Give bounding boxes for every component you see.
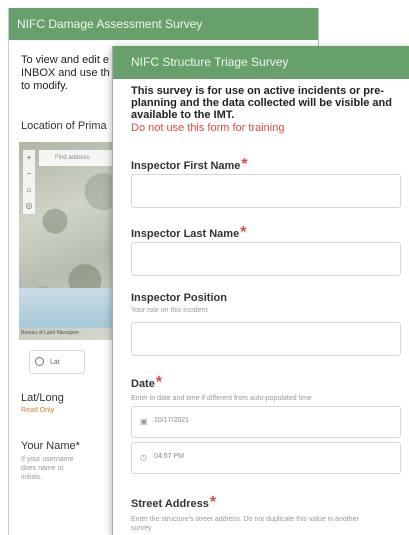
latlong-readonly: Read Only [21, 407, 55, 414]
locate-icon [35, 357, 44, 366]
first-name-field-label: Inspector First Name* [131, 156, 401, 174]
latlong-label: Lat/Long [21, 392, 64, 404]
street-label: Street Address [131, 498, 209, 510]
street-hint: Enter the structure's street address. Do… [131, 516, 359, 532]
date-hint: Enter in date and time if different from… [131, 395, 312, 402]
your-name-required: * [75, 440, 80, 452]
location-label: Location of Prima [21, 120, 107, 132]
first-name-required: * [241, 156, 248, 173]
your-name-label: Your Name* [21, 440, 80, 452]
last-name-label: Inspector Last Name [131, 228, 240, 240]
clock-icon: ◷ [140, 453, 147, 462]
calendar-icon: ▣ [140, 417, 148, 426]
position-input[interactable] [131, 322, 401, 356]
last-name-required: * [240, 224, 247, 241]
time-value: 04:57 PM [154, 453, 184, 460]
position-label: Inspector Position [131, 292, 227, 304]
locate-button[interactable]: Lat [29, 350, 85, 374]
training-warning: Do not use this form for training [131, 122, 285, 134]
date-value: 10/17/2021 [154, 417, 190, 424]
last-name-input[interactable] [131, 242, 401, 276]
date-field-label: Date* Enter in date and time if differen… [131, 374, 401, 402]
date-label: Date [131, 378, 155, 390]
position-field-label: Inspector Position Your role on this inc… [131, 292, 401, 314]
date-input[interactable]: ▣ 10/17/2021 [131, 406, 401, 438]
structure-triage-title: NIFC Structure Triage Survey [113, 46, 409, 79]
last-name-field-label: Inspector Last Name* [131, 224, 401, 242]
locate-button-label: Lat [50, 359, 60, 366]
your-name-text: Your Name [21, 440, 76, 452]
time-input[interactable]: ◷ 04:57 PM [131, 442, 401, 474]
first-name-label: Inspector First Name [131, 160, 241, 172]
position-hint: Your role on this incident [131, 307, 208, 314]
survey-description: This survey is for use on active inciden… [131, 85, 392, 121]
street-field-label: Street Address* Enter the structure's st… [131, 494, 401, 533]
map-zoom-controls[interactable]: + − ⌂ ◎ [23, 150, 35, 214]
damage-assessment-title: NIFC Damage Assessment Survey [9, 8, 318, 40]
map-attribution: Bureau of Land Managem [21, 330, 79, 336]
structure-triage-survey-panel: NIFC Structure Triage Survey This survey… [112, 46, 409, 535]
street-required: * [209, 494, 217, 511]
date-required: * [155, 374, 163, 391]
first-name-input[interactable] [131, 174, 401, 208]
your-name-hint: If your username does name or initials. [21, 456, 74, 481]
